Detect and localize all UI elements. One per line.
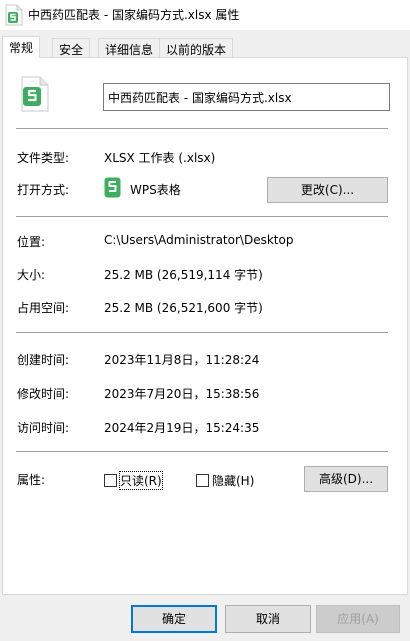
created-label: 创建时间: — [17, 353, 70, 367]
tab-details[interactable]: 详细信息 — [98, 38, 161, 58]
separator — [16, 216, 388, 217]
accessed-label: 访问时间: — [17, 421, 70, 435]
size-label: 大小: — [17, 268, 46, 282]
ok-button[interactable]: 确定 — [131, 605, 217, 633]
modified-value: 2023年7月20日，15:38:56 — [104, 387, 260, 401]
hidden-checkbox[interactable]: 隐藏(H) — [196, 472, 254, 489]
apply-button: 应用(A) — [316, 605, 400, 633]
separator — [16, 332, 388, 333]
file-type-label: 文件类型: — [17, 151, 70, 165]
window-title: 中西药匹配表 - 国家编码方式.xlsx 属性 — [28, 8, 240, 22]
change-app-button[interactable]: 更改(C)... — [267, 177, 388, 203]
wps-spreadsheet-icon — [104, 177, 121, 198]
xlsx-file-icon — [21, 76, 49, 112]
separator — [16, 451, 388, 452]
created-value: 2023年11月8日，11:28:24 — [104, 353, 260, 367]
cancel-button[interactable]: 取消 — [225, 605, 311, 633]
title-bar: 中西药匹配表 - 国家编码方式.xlsx 属性 — [0, 0, 410, 30]
disk-size-value: 25.2 MB (26,521,600 字节) — [104, 301, 263, 315]
accessed-value: 2024年2月19日，15:24:35 — [104, 421, 260, 435]
location-label: 位置: — [17, 235, 46, 249]
tab-strip: 常规 安全 详细信息 以前的版本 — [0, 36, 410, 58]
tab-general[interactable]: 常规 — [2, 36, 41, 58]
modified-label: 修改时间: — [17, 387, 70, 401]
hidden-checkbox-label[interactable]: 隐藏(H) — [212, 472, 254, 489]
advanced-button[interactable]: 高级(D)... — [304, 466, 388, 492]
xlsx-file-icon — [5, 4, 23, 26]
separator — [16, 128, 388, 129]
open-with-label: 打开方式: — [17, 183, 70, 197]
tab-security[interactable]: 安全 — [52, 38, 91, 58]
readonly-checkbox[interactable]: 只读(R) — [104, 471, 163, 490]
readonly-checkbox-box[interactable] — [104, 474, 117, 487]
file-type-value: XLSX 工作表 (.xlsx) — [104, 151, 216, 165]
readonly-checkbox-label[interactable]: 只读(R) — [119, 471, 163, 490]
location-value: C:\Users\Administrator\Desktop — [104, 233, 294, 247]
hidden-checkbox-box[interactable] — [196, 474, 209, 487]
size-value: 25.2 MB (26,519,114 字节) — [104, 268, 263, 282]
open-with-value: WPS表格 — [130, 183, 181, 197]
tab-previous-versions[interactable]: 以前的版本 — [159, 38, 234, 58]
disk-size-label: 占用空间: — [17, 301, 70, 315]
general-panel: 中西药匹配表 - 国家编码方式.xlsx 文件类型: XLSX 工作表 (.xl… — [2, 57, 408, 595]
file-name-input[interactable]: 中西药匹配表 - 国家编码方式.xlsx — [103, 83, 390, 111]
attributes-label: 属性: — [17, 473, 46, 487]
